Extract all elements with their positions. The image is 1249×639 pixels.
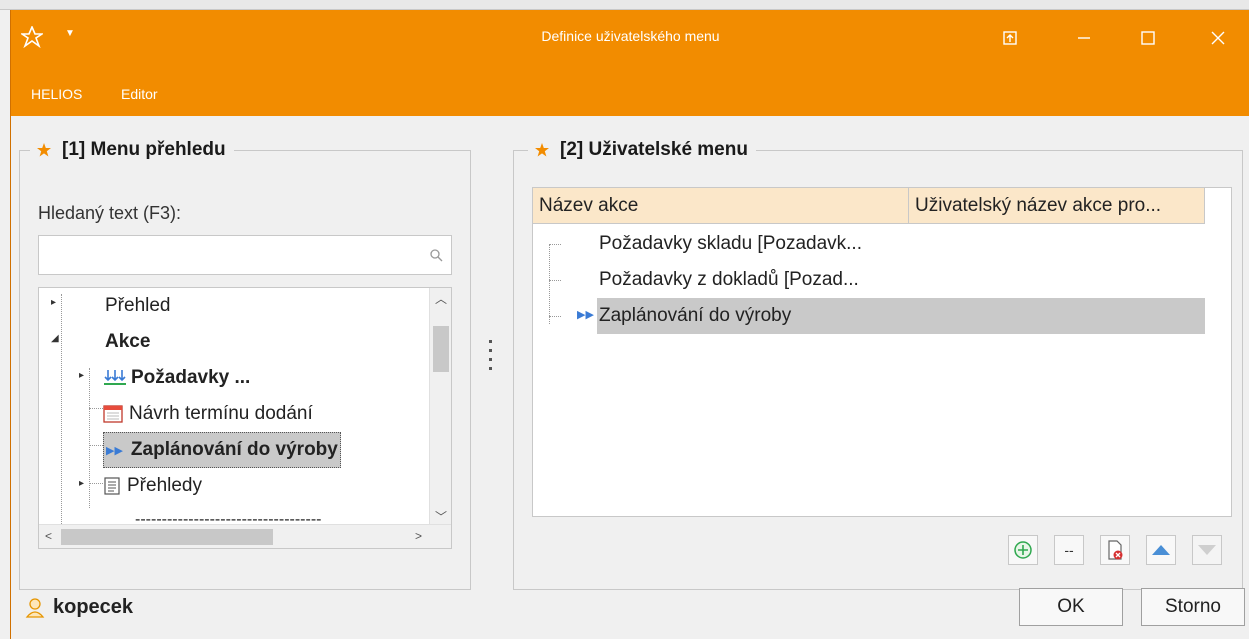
delete-document-icon: [1108, 540, 1123, 560]
maximize-button[interactable]: [1125, 18, 1171, 58]
tree-guide-line: [89, 483, 103, 484]
tree-item-label: Zaplánování do výroby: [130, 439, 338, 460]
scroll-up-icon[interactable]: ︿: [435, 290, 447, 307]
user-name: kopecek: [53, 596, 134, 618]
tree-guide-line: [549, 244, 550, 324]
tree-vertical-scrollbar[interactable]: ︿ ﹀: [429, 288, 451, 526]
menu-overview-panel: [1] Menu přehledu Hledaný text (F3): ▸ P…: [19, 139, 471, 590]
maximize-icon: [1141, 31, 1155, 45]
tree-guide-line: [89, 368, 90, 508]
add-separator-button[interactable]: --: [1054, 535, 1084, 565]
grid-row[interactable]: Požadavky z dokladů [Pozad...: [599, 262, 859, 298]
fast-forward-icon: ▶▶: [577, 309, 594, 321]
user-menu-panel: [2] Uživatelské menu Název akce Uživatel…: [513, 139, 1243, 590]
scroll-left-icon[interactable]: <: [45, 529, 52, 543]
panel-title-menu-overview: [1] Menu přehledu: [30, 139, 234, 161]
tree-item-label: Návrh termínu dodání: [129, 403, 313, 424]
collapse-icon[interactable]: ◢: [51, 333, 59, 344]
pin-icon: [1003, 31, 1017, 45]
expand-icon[interactable]: ▸: [79, 478, 84, 489]
download-arrows-icon: [104, 370, 126, 385]
grid-header: Název akce Uživatelský název akce pro...: [533, 188, 1205, 224]
ok-button[interactable]: OK: [1019, 588, 1123, 626]
menu-helios[interactable]: HELIOS: [31, 86, 82, 102]
tree-item-label: Přehledy: [127, 475, 202, 496]
tree-item-label: Přehled: [105, 295, 171, 316]
panel-title-text: [1] Menu přehledu: [62, 139, 226, 160]
scroll-thumb[interactable]: [433, 326, 449, 372]
triangle-up-icon: [1152, 545, 1170, 555]
title-bar: ▼ Definice uživatelského menu: [11, 10, 1249, 72]
move-down-button[interactable]: [1192, 535, 1222, 565]
add-item-button[interactable]: [1008, 535, 1038, 565]
grid-cell: Požadavky skladu [Pozadavk...: [599, 233, 862, 254]
report-list-icon: [104, 477, 120, 495]
pin-button[interactable]: [987, 18, 1033, 58]
cancel-button[interactable]: Storno: [1141, 588, 1245, 626]
delete-item-button[interactable]: [1100, 535, 1130, 565]
tree-item-pozadavky[interactable]: Požadavky ...: [103, 360, 250, 396]
tree-horizontal-scrollbar[interactable]: < >: [39, 524, 451, 548]
tree-item-zaplanovani[interactable]: ▶▶ Zaplánování do výroby: [103, 432, 341, 468]
tree-guide-line: [549, 316, 561, 317]
panel-title-text: [2] Uživatelské menu: [560, 139, 748, 160]
scroll-down-icon[interactable]: ﹀: [435, 508, 447, 525]
tree-item-label: Požadavky ...: [131, 367, 251, 388]
panel-star-icon: [535, 143, 549, 157]
panel-title-user-menu: [2] Uživatelské menu: [528, 139, 756, 161]
panel-splitter[interactable]: [489, 340, 493, 370]
calendar-icon: [103, 405, 123, 423]
tree-item-akce[interactable]: Akce: [105, 324, 150, 360]
tree-item-prehled[interactable]: Přehled: [105, 288, 171, 324]
grid-row[interactable]: Požadavky skladu [Pozadavk...: [599, 226, 862, 262]
expand-icon[interactable]: ▸: [51, 297, 56, 308]
grid-cell: Zaplánování do výroby: [599, 305, 792, 326]
tree-guide-line: [89, 408, 103, 409]
tree-item-prehledy[interactable]: Přehledy: [103, 468, 202, 504]
menu-editor[interactable]: Editor: [121, 86, 158, 102]
grid-cell: Požadavky z dokladů [Pozad...: [599, 269, 859, 290]
close-button[interactable]: [1195, 18, 1241, 58]
minimize-button[interactable]: [1061, 18, 1107, 58]
user-icon: [25, 597, 45, 618]
column-header-uzivatelsky-nazev[interactable]: Uživatelský název akce pro...: [909, 188, 1205, 223]
expand-icon[interactable]: ▸: [79, 370, 84, 381]
tree-item-navrh-terminu[interactable]: Návrh termínu dodání: [103, 396, 313, 432]
scroll-thumb[interactable]: [61, 529, 273, 545]
grid-row-selected[interactable]: Zaplánování do výroby: [597, 298, 1205, 334]
tree-guide-line: [549, 280, 561, 281]
move-up-button[interactable]: [1146, 535, 1176, 565]
tree-guide-line: [61, 294, 62, 524]
background-window-strip: [0, 0, 1249, 10]
minimize-icon: [1078, 37, 1090, 39]
current-user: kopecek: [25, 596, 133, 619]
scroll-right-icon[interactable]: >: [415, 529, 422, 543]
close-icon: [1211, 31, 1225, 45]
panel-star-icon: [37, 143, 51, 157]
search-input[interactable]: [38, 235, 452, 275]
tree-item-label: Akce: [105, 331, 151, 352]
menu-bar: HELIOS Editor: [11, 72, 1249, 116]
tree-guide-line: [549, 244, 561, 245]
overview-tree[interactable]: ▸ Přehled ◢ Akce ▸ Požadavky ... Návrh t…: [38, 287, 452, 549]
triangle-down-icon: [1198, 545, 1216, 555]
tree-guide-line: [89, 445, 103, 446]
add-circle-icon: [1014, 541, 1032, 559]
fast-forward-icon: ▶▶: [106, 444, 123, 457]
search-icon[interactable]: [429, 248, 443, 262]
user-menu-grid[interactable]: Název akce Uživatelský název akce pro...…: [532, 187, 1232, 517]
dialog-window: ▼ Definice uživatelského menu HELIOS Edi…: [10, 10, 1249, 639]
column-header-nazev-akce[interactable]: Název akce: [533, 188, 909, 223]
search-label: Hledaný text (F3):: [38, 203, 182, 223]
